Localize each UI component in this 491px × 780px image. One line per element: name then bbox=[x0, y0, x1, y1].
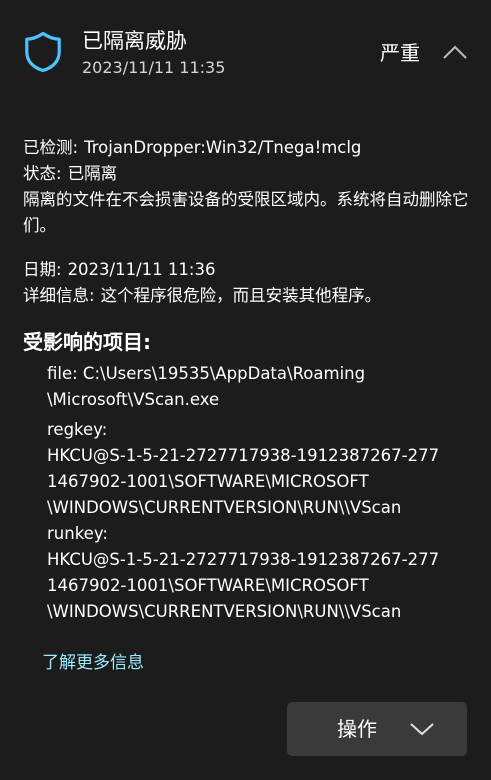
details-row: 详细信息: 这个程序很危险，而且安装其他程序。 bbox=[23, 283, 473, 309]
affected-item-line: 1467902-1001\SOFTWARE\MICROSOFT bbox=[47, 576, 369, 595]
status-label: 状态: bbox=[23, 164, 62, 183]
details-value: 这个程序很危险，而且安装其他程序。 bbox=[100, 286, 382, 305]
details-label: 详细信息: bbox=[23, 286, 95, 305]
affected-item-line: \Microsoft\VScan.exe bbox=[47, 390, 220, 409]
affected-item-line: file: C:\Users\19535\AppData\Roaming bbox=[47, 364, 366, 383]
detected-row: 已检测: TrojanDropper:Win32/Tnega!mclg bbox=[23, 135, 473, 161]
detection-details: 已检测: TrojanDropper:Win32/Tnega!mclg 状态: 已隔… bbox=[23, 135, 473, 239]
severity-label: 严重 bbox=[380, 41, 420, 65]
date-label: 日期: bbox=[23, 260, 62, 279]
affected-item-line: HKCU@S-1-5-21-2727717938-1912387267-277 bbox=[47, 550, 440, 569]
threat-card: 已隔离威胁 2023/11/11 11:35 严重 已检测: TrojanDrop… bbox=[0, 0, 491, 780]
affected-item-line: 1467902-1001\SOFTWARE\MICROSOFT bbox=[47, 472, 369, 491]
learn-more-link[interactable]: 了解更多信息 bbox=[42, 650, 144, 676]
status-value: 已隔离 bbox=[67, 164, 118, 183]
detected-label: 已检测: bbox=[23, 138, 79, 157]
actions-label: 操作 bbox=[337, 717, 377, 741]
actions-button[interactable]: 操作 bbox=[287, 702, 467, 756]
affected-items-title: 受影响的项目: bbox=[23, 330, 151, 354]
threat-timestamp: 2023/11/11 11:35 bbox=[82, 58, 226, 77]
affected-item-line: regkey: bbox=[47, 420, 108, 439]
affected-item-line: \WINDOWS\CURRENTVERSION\RUN\\VScan bbox=[47, 602, 402, 621]
affected-item-line: runkey: bbox=[47, 524, 108, 543]
status-row: 状态: 已隔离 bbox=[23, 161, 473, 187]
affected-item-line: \WINDOWS\CURRENTVERSION\RUN\\VScan bbox=[47, 498, 402, 517]
affected-item-line: HKCU@S-1-5-21-2727717938-1912387267-277 bbox=[47, 446, 440, 465]
threat-title: 已隔离威胁 bbox=[82, 29, 187, 53]
chevron-down-icon bbox=[410, 723, 434, 736]
date-value: 2023/11/11 11:36 bbox=[67, 260, 216, 279]
collapse-button[interactable] bbox=[440, 40, 470, 64]
affected-items-list: file: C:\Users\19535\AppData\Roaming \Mi… bbox=[47, 361, 467, 625]
date-row: 日期: 2023/11/11 11:36 bbox=[23, 257, 473, 283]
shield-icon bbox=[25, 31, 61, 73]
chevron-up-icon bbox=[443, 45, 467, 59]
detected-value: TrojanDropper:Win32/Tnega!mclg bbox=[84, 138, 362, 157]
quarantine-description: 隔离的文件在不会损害设备的受限区域内。系统将自动删除它们。 bbox=[23, 190, 469, 235]
event-details: 日期: 2023/11/11 11:36 详细信息: 这个程序很危险，而且安装其他程… bbox=[23, 257, 473, 309]
